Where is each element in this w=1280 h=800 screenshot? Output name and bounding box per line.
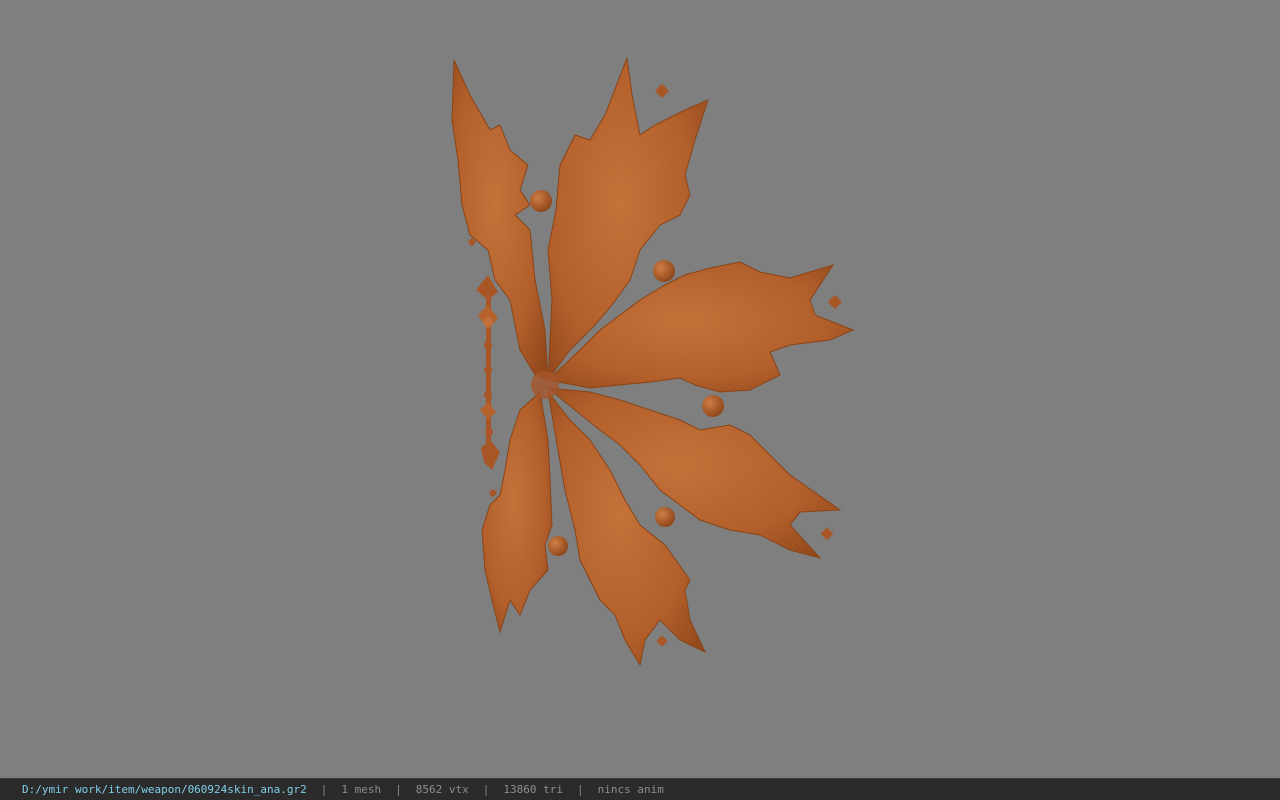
diamond <box>656 635 668 647</box>
orb <box>530 190 552 212</box>
orb <box>655 507 675 527</box>
diamond <box>488 488 498 498</box>
blade-lower-left <box>481 391 553 634</box>
diamond <box>827 294 843 310</box>
animation-status-label: nincs anim <box>597 783 664 796</box>
triangle-count-label: 13860 tri <box>503 783 563 796</box>
blade-upper-left <box>451 59 549 381</box>
3d-viewport[interactable] <box>0 0 1280 778</box>
status-bar: D:/ymir work/item/weapon/060924skin_ana.… <box>0 778 1280 800</box>
separator: | <box>482 783 490 796</box>
mesh-count-label: 1 mesh <box>341 783 382 796</box>
orb <box>702 395 724 417</box>
weapon-model-render <box>451 57 855 667</box>
blade-hub <box>531 371 559 399</box>
weapon-staff <box>476 275 500 470</box>
separator: | <box>320 783 328 796</box>
orb <box>548 536 568 556</box>
vertex-count-label: 8562 vtx <box>415 783 469 796</box>
file-path-label: D:/ymir work/item/weapon/060924skin_ana.… <box>22 783 307 796</box>
separator: | <box>577 783 584 796</box>
orb <box>653 260 675 282</box>
separator: | <box>395 783 402 796</box>
diamond <box>654 83 670 99</box>
diamond <box>820 527 834 541</box>
